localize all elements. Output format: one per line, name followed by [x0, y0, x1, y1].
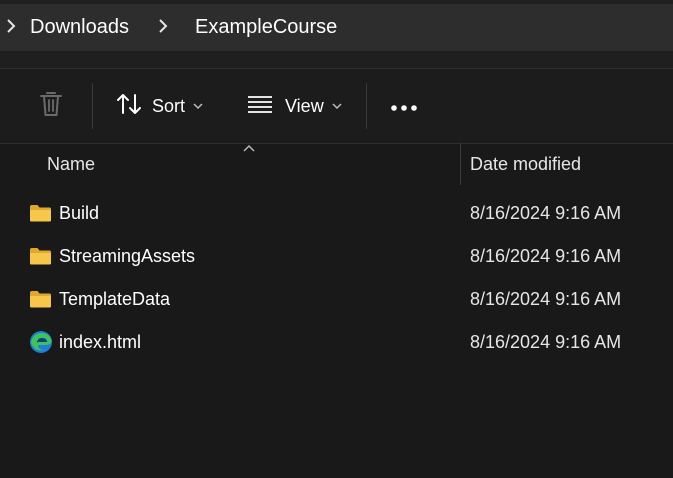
toolbar-separator [92, 83, 93, 129]
view-list-icon [247, 94, 273, 119]
breadcrumb-item-downloads[interactable]: Downloads [30, 16, 129, 39]
file-date-modified: 8/16/2024 9:16 AM [470, 246, 622, 266]
file-date-modified: 8/16/2024 9:16 AM [470, 203, 622, 223]
command-bar: Sort View [0, 68, 673, 144]
folder-icon [29, 246, 52, 266]
file-name: Build [59, 203, 100, 223]
list-item[interactable]: Build 8/16/2024 9:16 AM [0, 195, 673, 233]
column-header-row: Name Date modified [0, 143, 673, 185]
chevron-down-icon [193, 99, 203, 113]
folder-icon [29, 203, 52, 223]
trash-icon [38, 90, 64, 123]
column-resize-handle[interactable] [460, 143, 461, 185]
sort-icon [116, 92, 142, 121]
chevron-right-icon[interactable] [158, 15, 168, 43]
sort-label: Sort [152, 95, 186, 116]
sort-button[interactable]: Sort [116, 86, 203, 126]
toolbar-separator [366, 83, 367, 129]
file-date-modified: 8/16/2024 9:16 AM [470, 289, 622, 309]
breadcrumb-item-examplecourse[interactable]: ExampleCourse [195, 16, 337, 39]
view-button[interactable]: View [247, 86, 342, 126]
file-name: TemplateData [59, 289, 171, 309]
column-header-date-modified[interactable]: Date modified [470, 154, 581, 175]
more-options-button[interactable] [390, 86, 418, 126]
chevron-right-icon[interactable] [6, 15, 16, 43]
list-item[interactable]: TemplateData 8/16/2024 9:16 AM [0, 281, 673, 319]
address-bar: Downloads ExampleCourse [0, 0, 673, 68]
list-item[interactable]: index.html 8/16/2024 9:16 AM [0, 324, 673, 362]
file-date-modified: 8/16/2024 9:16 AM [470, 332, 622, 352]
list-item[interactable]: StreamingAssets 8/16/2024 9:16 AM [0, 238, 673, 276]
breadcrumb: Downloads ExampleCourse [0, 4, 673, 51]
edge-html-file-icon [29, 331, 52, 353]
file-name: StreamingAssets [59, 246, 196, 266]
delete-button[interactable] [38, 86, 64, 126]
folder-icon [29, 289, 52, 309]
view-label: View [285, 95, 324, 116]
file-name: index.html [59, 332, 142, 352]
column-header-name[interactable]: Name [47, 154, 95, 175]
sort-ascending-icon [243, 141, 255, 155]
more-options-icon [390, 96, 418, 117]
chevron-down-icon [332, 99, 342, 113]
